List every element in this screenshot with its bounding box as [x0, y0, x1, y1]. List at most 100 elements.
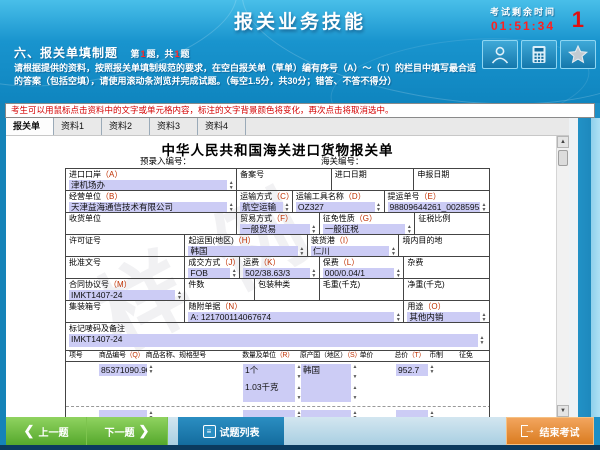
question-count: 第1题，共1题	[130, 49, 189, 59]
spinner-icon[interactable]: ▲▼	[478, 334, 486, 347]
field-origin-country: 起运国(地区)（H） 韩国▲▼	[185, 235, 307, 256]
field-approval-number: 批准文号	[66, 257, 185, 278]
candidate-info-button[interactable]	[482, 40, 518, 69]
spinner-icon[interactable]: ▲▼	[298, 246, 306, 256]
field-packages: 件数	[185, 279, 255, 300]
spinner-icon[interactable]: ▲▼	[227, 180, 235, 190]
goods-item-row: 85371090.90 ▲▼	[99, 364, 155, 376]
field-domestic-destination: 境内目的地	[399, 235, 489, 256]
field-gross-weight: 毛重(千克)	[320, 279, 405, 300]
attached-documents-input[interactable]: A: 121700114067674	[188, 312, 394, 322]
spinner-icon[interactable]: ▲▼	[394, 268, 402, 278]
preentry-number-label: 预录入编号：	[140, 155, 191, 168]
commodity-code-input[interactable]	[99, 410, 147, 417]
field-container-number: 集装箱号	[66, 301, 185, 322]
end-exam-button[interactable]: → 结束考试	[506, 417, 594, 445]
spinner-icon[interactable]: ▲▼	[227, 202, 235, 212]
table-row: 许可证号 起运国(地区)（H） 韩国▲▼ 装货港（I） 仁川▲▼ 境内目的地	[66, 235, 489, 257]
loading-port-input[interactable]: 仁川	[311, 246, 390, 256]
instructions-text: 请根据提供的资料，按照报关单填制规范的要求，在空白报关单（草单）编有序号（A）～…	[14, 62, 476, 88]
spinner-icon[interactable]: ▲▼	[175, 290, 183, 300]
goods-col-commodity-code: 商品编号（Q）	[99, 351, 146, 361]
field-operator: 经营单位（B） 天津益海通信技术有限公司▲▼	[66, 191, 237, 212]
insurance-input[interactable]: 000/0.04/1	[323, 268, 395, 278]
question-section: 六、报关单填制题 第1题，共1题	[14, 44, 190, 62]
goods-col-unit-price: 单价	[360, 351, 395, 361]
field-insurance: 保费（L） 000/0.04/1▲▼	[320, 257, 405, 278]
exam-window: 报关业务技能 考试剩余时间 01:51:34 1 六、报关单填制题 第1题，共1…	[0, 0, 600, 450]
tab-declaration-form[interactable]: 报关单	[6, 118, 54, 135]
spinner-icon[interactable]: ▲▼	[351, 410, 359, 417]
freight-input[interactable]: 502/38.63/3	[243, 268, 310, 278]
usage-input[interactable]: 其他内销	[407, 312, 480, 322]
bottom-toolbar: ❮ 上一题 下一题 ❯ ≡ 试题列表 → 结束考试	[6, 417, 594, 445]
header-tool-buttons	[482, 40, 596, 69]
question-section-title: 六、报关单填制题	[14, 46, 118, 60]
operator-input[interactable]: 天津益海通信技术有限公司	[69, 202, 227, 212]
import-port-input[interactable]: 津机场办	[69, 180, 227, 190]
spinner-icon[interactable]: ▲▼	[283, 202, 291, 212]
tab-material-1[interactable]: 资料1	[54, 118, 102, 135]
total-price-input[interactable]	[396, 410, 428, 417]
goods-item-row: ▲▼	[99, 410, 155, 417]
spinner-icon[interactable]: ▲▼	[147, 410, 155, 417]
goods-table-header: 项号 商品编号（Q） 商品名称、规格型号 数量及单位（R） 原产国（地区）（S）…	[66, 351, 489, 362]
table-row: 收货单位 贸易方式（F） 一般贸易▲▼ 征免性质（G） 一般征税▲▼ 征税比例	[66, 213, 489, 235]
levy-nature-input[interactable]: 一般征税	[323, 224, 406, 234]
goods-origin-input[interactable]	[301, 410, 351, 417]
spinner-icon[interactable]: ▲▼	[310, 224, 318, 234]
quantity-input[interactable]	[243, 410, 295, 417]
bookmark-button[interactable]	[560, 40, 596, 69]
spinner-icon[interactable]: ▲▼	[480, 202, 488, 212]
transport-mode-input[interactable]: 航空运输	[240, 202, 283, 212]
field-misc-fee: 杂费	[404, 257, 489, 278]
prev-question-button[interactable]: ❮ 上一题	[6, 417, 87, 445]
transport-name-input[interactable]: OZ327	[296, 202, 375, 212]
contract-number-input[interactable]: IMKT1407-24	[69, 290, 175, 300]
field-trade-mode: 贸易方式（F） 一般贸易▲▼	[237, 213, 320, 234]
tab-material-3[interactable]: 资料3	[150, 118, 198, 135]
spinner-icon[interactable]: ▲▼▲▼	[351, 364, 359, 402]
scroll-down-icon[interactable]: ▼	[557, 405, 569, 417]
bill-number-input[interactable]: 98809644261_00285953	[388, 202, 481, 212]
spinner-icon[interactable]: ▲▼	[428, 364, 436, 376]
spinner-icon[interactable]: ▲▼	[394, 312, 402, 322]
spinner-icon[interactable]: ▲▼	[230, 268, 238, 278]
spinner-icon[interactable]: ▲▼	[375, 202, 383, 212]
quantity-input[interactable]: 1个 1.03千克	[243, 364, 295, 402]
trade-mode-input[interactable]: 一般贸易	[240, 224, 310, 234]
spinner-icon[interactable]: ▲▼	[480, 312, 488, 322]
customs-number-label: 海关编号：	[321, 155, 364, 168]
table-row: 批准文号 成交方式（J） FOB▲▼ 运费（K） 502/38.63/3▲▼ 保…	[66, 257, 489, 279]
field-net-weight: 净重(千克)	[404, 279, 489, 300]
spinner-icon[interactable]: ▲▼	[405, 224, 413, 234]
total-price-input[interactable]: 952.7	[396, 364, 428, 376]
commodity-code-input[interactable]: 85371090.90	[99, 364, 147, 376]
tab-bar: 报关单 资料1 资料2 资料3 资料4	[6, 118, 570, 136]
tab-material-4[interactable]: 资料4	[198, 118, 246, 135]
field-license-number: 许可证号	[66, 235, 185, 256]
question-list-button[interactable]: ≡ 试题列表	[178, 417, 284, 445]
next-question-button[interactable]: 下一题 ❯	[87, 417, 168, 445]
goods-item-row: ▲▼	[396, 410, 436, 417]
calculator-button[interactable]	[521, 40, 557, 69]
field-packing-type: 包装种类	[255, 279, 320, 300]
field-tax-ratio: 征税比例	[415, 213, 489, 234]
table-row: 合同协议号（M） IMKT1407-24▲▼ 件数 包装种类 毛重(千克) 净重…	[66, 279, 489, 301]
spinner-icon[interactable]: ▲▼	[310, 268, 318, 278]
goods-origin-input[interactable]: 韩国	[301, 364, 351, 402]
field-import-date: 进口日期	[332, 169, 415, 190]
goods-item-row: ▲▼	[301, 410, 359, 417]
item-separator	[66, 406, 489, 407]
marks-input[interactable]: IMKT1407-24	[69, 334, 478, 347]
scroll-thumb[interactable]	[558, 150, 568, 166]
form-viewport: 样例 中华人民共和国海关进口货物报关单 预录入编号： 海关编号： 进口口岸（A）…	[6, 136, 556, 417]
spinner-icon[interactable]: ▲▼	[147, 364, 155, 376]
scroll-up-icon[interactable]: ▲	[557, 136, 569, 148]
origin-country-input[interactable]: 韩国	[188, 246, 297, 256]
vertical-scrollbar[interactable]: ▲ ▼	[556, 136, 569, 417]
transaction-terms-input[interactable]: FOB	[188, 268, 230, 278]
tab-material-2[interactable]: 资料2	[102, 118, 150, 135]
spinner-icon[interactable]: ▲▼	[428, 410, 436, 417]
spinner-icon[interactable]: ▲▼	[389, 246, 397, 256]
